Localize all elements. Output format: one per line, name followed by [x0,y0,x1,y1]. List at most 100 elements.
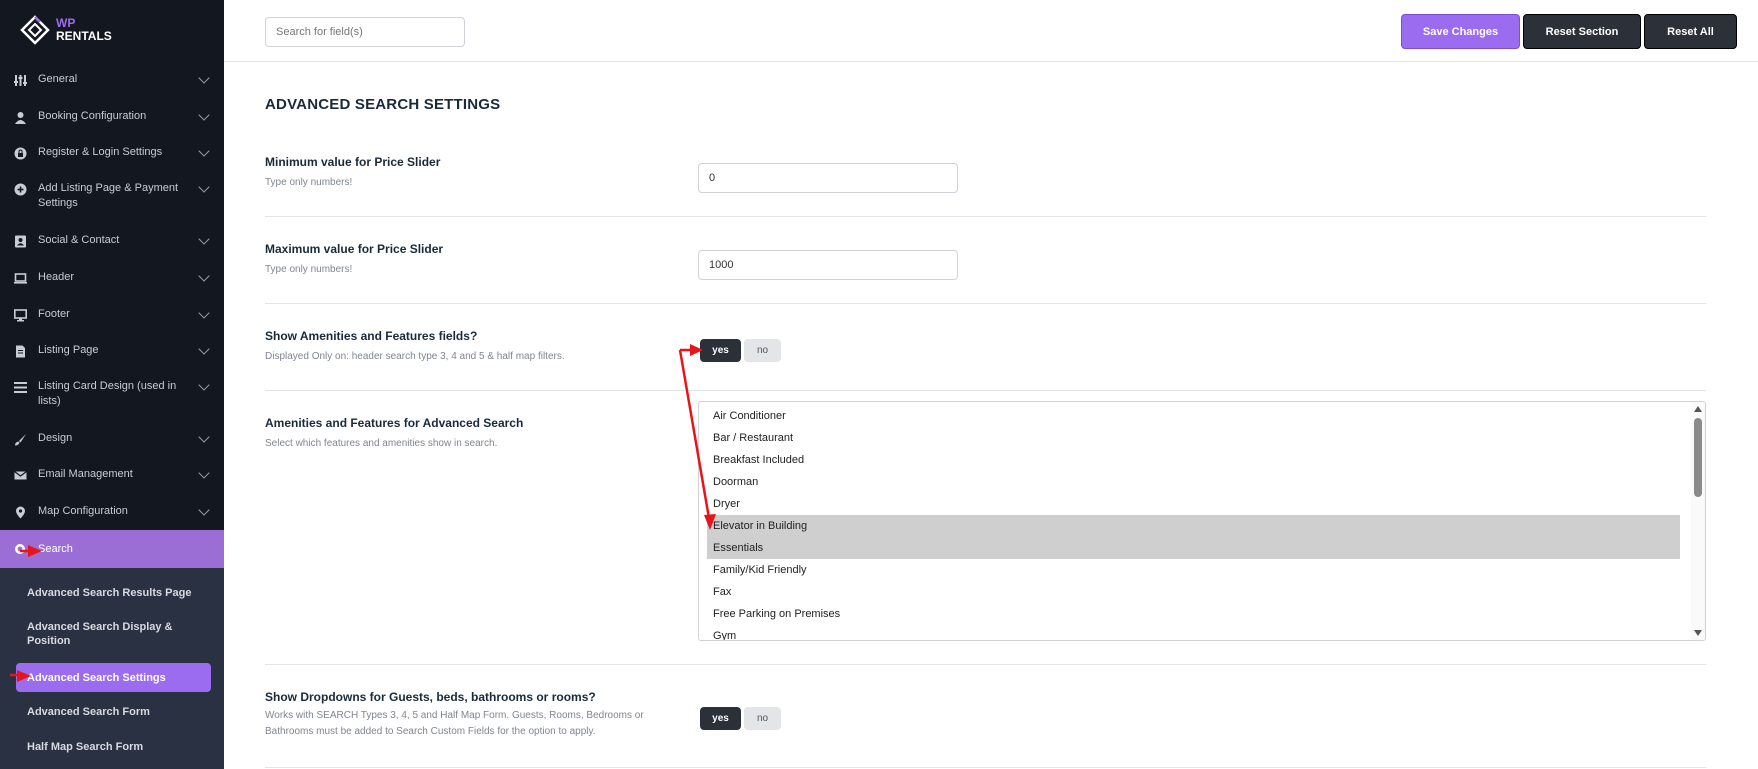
amenity-option[interactable]: Doorman [707,471,1680,493]
scroll-up-arrow-icon[interactable] [1694,406,1702,412]
submenu-advanced-search-display-position[interactable]: Advanced Search Display & Position [27,620,187,648]
sidebar-item-email-management[interactable]: Email Management [0,467,224,487]
sidebar-item-label: Search [38,543,73,555]
sidebar-item-label: Footer [38,308,70,320]
amenity-option[interactable]: Dryer [707,493,1680,515]
show-amenities-toggle: yes no [700,339,781,362]
sidebar-item-map-configuration[interactable]: Map Configuration [0,504,224,524]
laptop-icon [14,272,27,285]
lock-circle-icon [14,147,27,160]
chevron-down-icon [198,431,210,443]
document-icon [14,345,27,358]
sidebar-item-label: Header [38,271,75,283]
amenities-title: Amenities and Features for Advanced Sear… [265,416,524,430]
sidebar-item-label: Social & Contact [38,234,120,246]
amenities-desc: Select which features and amenities show… [265,438,498,449]
sidebar-item-search[interactable]: Search [0,530,224,568]
chevron-down-icon [198,343,210,355]
chevron-down-icon [198,233,210,245]
scrollbar-thumb[interactable] [1694,418,1702,497]
show-amenities-no-button[interactable]: no [744,339,781,362]
reset-section-button[interactable]: Reset Section [1523,14,1641,49]
divider [265,390,1706,391]
min-price-input[interactable] [698,163,958,193]
sidebar-item-label: Listing Card Design (used in lists) [38,380,177,407]
save-changes-button[interactable]: Save Changes [1401,14,1520,49]
map-pin-icon [14,506,27,519]
chevron-down-icon [198,467,210,479]
sidebar-item-label: Design [38,432,73,444]
show-dropdowns-no-button[interactable]: no [744,707,781,730]
app-window: WP RENTALS General Booking Configuration… [0,0,1758,769]
chevron-down-icon [198,270,210,282]
sidebar-item-register-login[interactable]: Register & Login Settings [0,145,224,165]
reset-all-button[interactable]: Reset All [1644,14,1737,49]
sidebar: WP RENTALS General Booking Configuration… [0,0,224,769]
min-price-desc: Type only numbers! [265,177,353,188]
sidebar-item-label: Email Management [38,468,133,480]
amenity-option[interactable]: Gym [707,625,1680,640]
chevron-down-icon [198,504,210,516]
amenity-option-selected[interactable]: Elevator in Building [707,515,1680,537]
chevron-down-icon [198,181,210,193]
sidebar-item-social-contact[interactable]: Social & Contact [0,233,224,253]
submenu-advanced-search-results-page[interactable]: Advanced Search Results Page [27,586,207,600]
chevron-down-icon [198,307,210,319]
amenity-option[interactable]: Fax [707,581,1680,603]
show-amenities-yes-button[interactable]: yes [700,339,741,362]
sidebar-item-label: Register & Login Settings [38,146,163,158]
chevron-down-icon [198,379,210,391]
sidebar-item-footer[interactable]: Footer [0,307,224,327]
max-price-input[interactable] [698,250,958,280]
multiselect-scrollbar[interactable] [1691,402,1705,640]
settings-panel: ADVANCED SEARCH SETTINGS Minimum value f… [224,62,1758,769]
sidebar-item-general[interactable]: General [0,72,224,92]
submenu-advanced-search-form[interactable]: Advanced Search Form [27,705,207,719]
sidebar-item-label: Listing Page [38,344,99,356]
sidebar-item-label: Map Configuration [38,505,128,517]
divider [265,303,1706,304]
amenity-option[interactable]: Free Parking on Premises [707,603,1680,625]
sidebar-item-header[interactable]: Header [0,270,224,290]
chevron-down-icon [198,72,210,84]
sidebar-item-listing-page[interactable]: Listing Page [0,343,224,363]
min-price-title: Minimum value for Price Slider [265,155,441,169]
amenity-option[interactable]: Breakfast Included [707,449,1680,471]
max-price-title: Maximum value for Price Slider [265,242,444,256]
logo-rentals-text: RENTALS [56,29,112,43]
list-icon [14,381,27,394]
logo[interactable]: WP RENTALS [20,14,112,46]
chevron-down-icon [198,109,210,121]
scroll-down-arrow-icon[interactable] [1694,630,1702,636]
amenity-option[interactable]: Family/Kid Friendly [707,559,1680,581]
show-amenities-desc: Displayed Only on: header search type 3,… [265,351,565,362]
divider [265,767,1706,768]
amenity-option[interactable]: Air Conditioner [707,405,1680,427]
submenu-advanced-search-settings[interactable]: Advanced Search Settings [27,671,207,685]
sidebar-item-label: General [38,73,78,85]
brush-icon [14,433,27,446]
sidebar-item-listing-card-design[interactable]: Listing Card Design (used in lists) [0,379,224,411]
page-title: ADVANCED SEARCH SETTINGS [265,96,501,113]
divider [265,216,1706,217]
submenu-half-map-search-form[interactable]: Half Map Search Form [27,740,207,754]
divider [265,664,1706,665]
sidebar-item-design[interactable]: Design [0,431,224,451]
envelope-icon [14,469,27,482]
search-icon [14,543,27,556]
sidebar-item-add-listing-payment[interactable]: Add Listing Page & Payment Settings [0,181,224,213]
sidebar-item-booking-configuration[interactable]: Booking Configuration [0,109,224,129]
field-search-input[interactable] [265,17,465,47]
chevron-down-icon [198,145,210,157]
show-dropdowns-title: Show Dropdowns for Guests, beds, bathroo… [265,690,596,704]
show-dropdowns-toggle: yes no [700,707,781,730]
sidebar-item-label: Add Listing Page & Payment Settings [38,182,179,209]
amenity-option[interactable]: Bar / Restaurant [707,427,1680,449]
user-icon [14,111,27,124]
amenities-multiselect[interactable]: Air Conditioner Bar / Restaurant Breakfa… [698,401,1706,641]
search-submenu: Advanced Search Results Page Advanced Se… [0,568,224,769]
amenity-option-selected[interactable]: Essentials [707,537,1680,559]
show-dropdowns-yes-button[interactable]: yes [700,707,741,730]
top-bar: Save Changes Reset Section Reset All [224,0,1758,62]
logo-diamond-icon [20,15,50,45]
